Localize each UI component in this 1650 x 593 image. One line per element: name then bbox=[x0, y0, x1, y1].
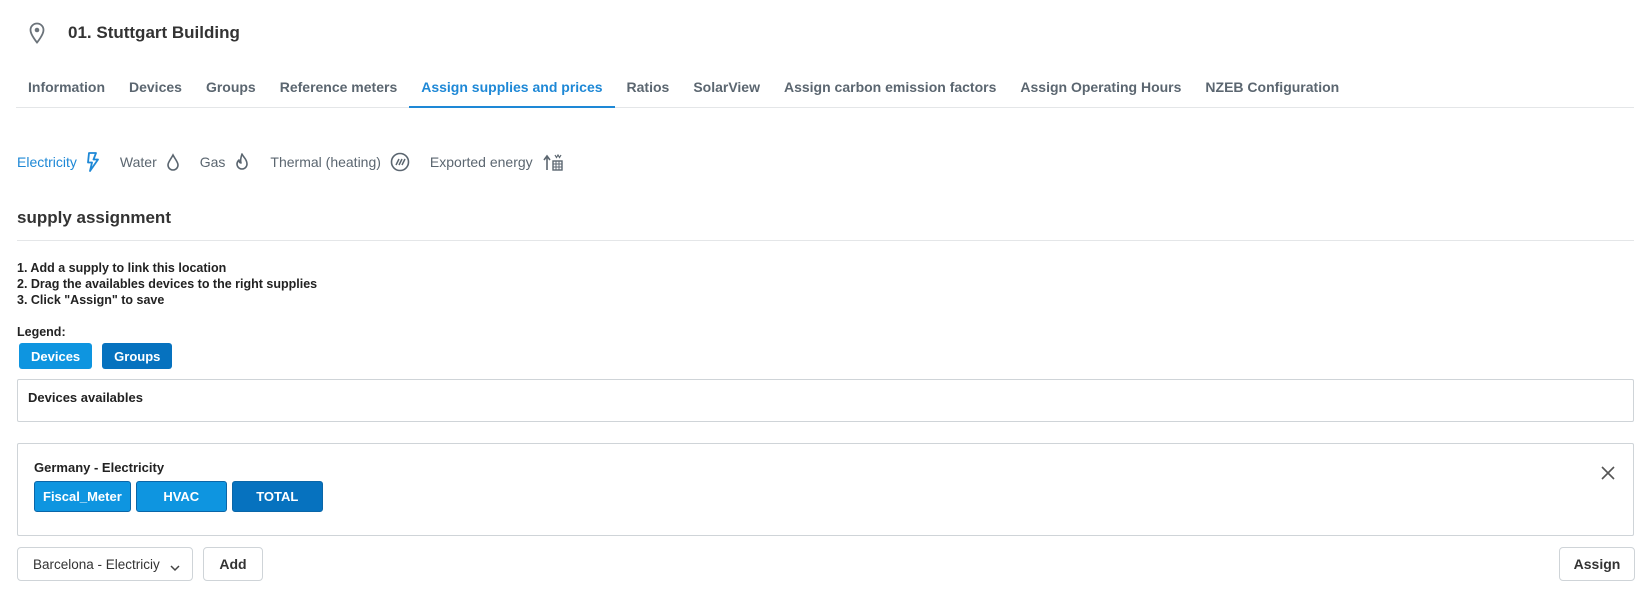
supply-select-value: Barcelona - Electriciy bbox=[33, 556, 160, 572]
tab-ratios[interactable]: Ratios bbox=[615, 70, 682, 108]
instruction-step: 2. Drag the availables devices to the ri… bbox=[17, 277, 318, 291]
legend-label: Legend: bbox=[17, 325, 66, 339]
energy-tab-label: Water bbox=[119, 154, 157, 170]
tab-solarview[interactable]: SolarView bbox=[681, 70, 772, 108]
map-pin-icon bbox=[28, 22, 48, 44]
heating-icon bbox=[390, 152, 410, 172]
supply-select[interactable]: Barcelona - Electriciy bbox=[17, 547, 193, 581]
legend-devices-badge: Devices bbox=[19, 343, 93, 369]
legend: Devices Groups bbox=[19, 343, 182, 369]
energy-tab-water[interactable]: Water bbox=[120, 153, 180, 171]
lightning-icon bbox=[86, 152, 100, 172]
flame-icon bbox=[234, 153, 250, 171]
exported-energy-icon bbox=[542, 152, 564, 172]
add-button[interactable]: Add bbox=[203, 547, 263, 581]
energy-tab-gas[interactable]: Gas bbox=[200, 153, 251, 171]
section-title: supply assignment bbox=[17, 208, 171, 227]
water-drop-icon bbox=[166, 153, 180, 171]
section-divider bbox=[17, 240, 1634, 241]
energy-tab-label: Electricity bbox=[17, 154, 77, 170]
supply-title: Germany - Electricity bbox=[34, 460, 165, 475]
instruction-step: 1. Add a supply to link this location bbox=[17, 261, 227, 275]
tab-devices[interactable]: Devices bbox=[117, 70, 194, 108]
device-chip-hvac[interactable]: HVAC bbox=[135, 481, 227, 512]
energy-tab-exported-energy[interactable]: Exported energy bbox=[430, 152, 564, 172]
energy-tab-label: Thermal (heating) bbox=[270, 154, 381, 170]
tab-reference-meters[interactable]: Reference meters bbox=[268, 70, 410, 108]
instructions: 1. Add a supply to link this location 2.… bbox=[17, 260, 317, 308]
tab-assign-supplies-and-prices[interactable]: Assign supplies and prices bbox=[409, 70, 615, 108]
energy-tab-thermal[interactable]: Thermal (heating) bbox=[270, 152, 410, 172]
legend-groups-badge: Groups bbox=[102, 343, 173, 369]
energy-tab-label: Gas bbox=[199, 154, 226, 170]
page-title: 01. Stuttgart Building bbox=[68, 23, 240, 42]
group-chip-total[interactable]: TOTAL bbox=[231, 481, 323, 512]
devices-available-title: Devices availables bbox=[28, 390, 143, 405]
device-chip-fiscal-meter[interactable]: Fiscal_Meter bbox=[34, 481, 131, 512]
tab-information[interactable]: Information bbox=[16, 70, 117, 108]
instruction-step: 3. Click "Assign" to save bbox=[17, 293, 165, 307]
tab-nzeb-configuration[interactable]: NZEB Configuration bbox=[1193, 70, 1351, 108]
location-header: 01. Stuttgart Building bbox=[28, 22, 240, 44]
close-icon[interactable] bbox=[1599, 464, 1617, 482]
energy-type-tabs: Electricity Water Gas Thermal (heating) … bbox=[17, 152, 584, 172]
tab-assign-operating-hours[interactable]: Assign Operating Hours bbox=[1008, 70, 1193, 108]
energy-tab-electricity[interactable]: Electricity bbox=[17, 152, 100, 172]
main-tabs: Information Devices Groups Reference met… bbox=[16, 70, 1634, 108]
energy-tab-label: Exported energy bbox=[429, 154, 533, 170]
supply-card[interactable]: Germany - Electricity Fiscal_Meter HVAC … bbox=[17, 443, 1634, 536]
assign-button[interactable]: Assign bbox=[1559, 547, 1635, 581]
tab-groups[interactable]: Groups bbox=[194, 70, 268, 108]
tab-assign-carbon-emission-factors[interactable]: Assign carbon emission factors bbox=[772, 70, 1008, 108]
chevron-down-icon bbox=[170, 560, 180, 575]
devices-available-dropzone[interactable]: Devices availables bbox=[17, 379, 1634, 422]
supply-items: Fiscal_Meter HVAC TOTAL bbox=[34, 481, 1617, 512]
